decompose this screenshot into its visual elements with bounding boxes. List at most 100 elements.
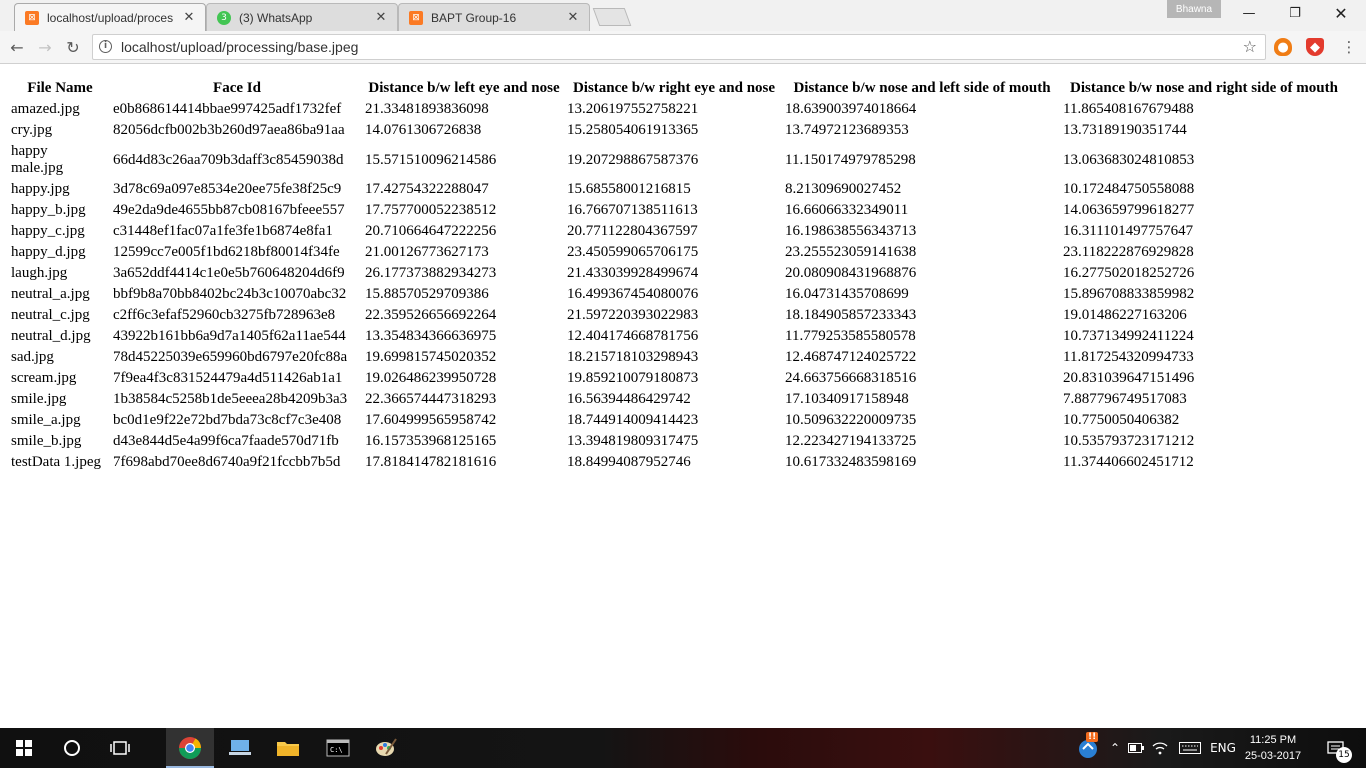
cell-left-eye-nose: 17.818414782181616 [365,454,497,470]
table-row: amazed.jpg e0b868614414bbae997425adf1732f… [10,100,1346,119]
back-arrow-icon[interactable]: ← [6,36,28,58]
tray-app-icon[interactable]: !! [1072,728,1106,768]
language-indicator[interactable]: ENG [1206,728,1240,768]
cell-nose-right-mouth: 11.374406602451712 [1063,454,1194,470]
cell-file-name: neutral_c.jpg [11,307,90,323]
cell-left-eye-nose: 14.0761306726838 [365,122,482,138]
cell-right-eye-nose: 21.597220393022983 [567,307,699,323]
table-row: neutral_a.jpg bbf9b8a70bb8402bc24b3c10070… [10,285,1346,304]
column-header-face-id: Face Id [213,80,261,96]
cell-nose-left-mouth: 8.21309690027452 [785,181,902,197]
column-header-left-eye-nose: Distance b/w left eye and nose [368,80,560,96]
system-clock[interactable]: 11:25 PM 25-03-2017 [1240,732,1306,764]
table-header-row: File Name Face Id Distance b/w left eye … [10,78,1346,98]
cell-nose-left-mouth: 23.255523059141638 [785,244,917,260]
forward-arrow-icon[interactable]: → [34,36,56,58]
chevron-up-icon[interactable]: ⌃ [1106,728,1124,768]
column-header-right-eye-nose: Distance b/w right eye and nose [572,80,776,96]
profile-button[interactable]: Bhawna [1167,0,1221,18]
tab-whatsapp[interactable]: 3 (3) WhatsApp ✕ [206,3,398,31]
cell-file-name: happy_c.jpg [11,223,85,239]
cell-nose-left-mouth: 10.617332483598169 [785,454,917,470]
tab-localhost-upload[interactable]: ⊠ localhost/upload/proces ✕ [14,3,206,31]
keyboard-icon[interactable] [1176,728,1204,768]
fire-extension-icon[interactable]: ● [1274,38,1292,56]
reload-icon[interactable]: ↻ [62,36,84,58]
cell-file-name: laugh.jpg [11,265,68,281]
cell-nose-left-mouth: 11.150174979785298 [785,151,916,168]
cell-nose-right-mouth: 20.831039647151496 [1063,370,1195,386]
task-view-icon[interactable] [96,728,144,768]
menu-kebab-icon[interactable]: ⋮ [1338,36,1360,58]
cell-right-eye-nose: 18.744914009414423 [567,412,699,428]
paint-icon[interactable] [362,728,410,768]
file-explorer-icon[interactable] [264,728,312,768]
page-content: File Name Face Id Distance b/w left eye … [0,64,1366,728]
table-row: smile_b.jpg d43e844d5e4a99f6ca7faade570d7… [10,432,1346,451]
cell-nose-left-mouth: 24.663756668318516 [785,370,917,386]
bookmark-star-icon[interactable]: ☆ [1243,35,1257,59]
this-pc-icon[interactable] [216,728,264,768]
close-window-icon[interactable]: ✕ [1318,0,1364,26]
column-header-file-name: File Name [27,80,93,96]
cell-face-id: 43922b161bb6a9d7a1405f62a11ae544 [113,328,346,344]
tab-bapt-group[interactable]: ⊠ BAPT Group-16 ✕ [398,3,590,31]
cell-face-id: 78d45225039e659960bd6797e20fc88a [113,349,348,365]
cell-right-eye-nose: 16.766707138511613 [567,202,698,218]
cell-right-eye-nose: 19.859210079180873 [567,370,699,386]
cell-face-id: e0b868614414bbae997425adf1732fef [113,101,342,117]
cell-right-eye-nose: 21.433039928499674 [567,265,699,281]
cell-left-eye-nose: 17.604999565958742 [365,412,497,428]
command-prompt-icon[interactable]: C:\ [314,728,362,768]
cell-nose-right-mouth: 23.118222876929828 [1063,244,1194,260]
cell-file-name: testData 1.jpeg [11,454,101,470]
whatsapp-icon: 3 [217,10,231,25]
cell-nose-right-mouth: 13.73189190351744 [1063,122,1187,138]
cell-file-name: amazed.jpg [11,101,80,117]
cell-nose-right-mouth: 15.896708833859982 [1063,286,1195,302]
brave-shield-icon[interactable]: ◆ [1306,38,1324,56]
minimize-icon[interactable]: — [1226,0,1272,26]
cell-face-id: 49e2da9de4655bb87cb08167bfeee557 [113,202,345,218]
tray-alert-badge: !! [1086,732,1099,742]
url-text[interactable]: localhost/upload/processing/base.jpeg [121,35,358,59]
new-tab-button[interactable] [592,8,632,26]
cell-face-id: 66d4d83c26aa709b3daff3c85459038d [113,151,344,168]
action-center-icon[interactable]: 15 [1318,728,1354,768]
search-cortana-icon[interactable] [48,728,96,768]
table-row: smile_a.jpg bc0d1e9f22e72bd7bda73c8cf7c3e… [10,411,1346,430]
cell-face-id: c31448ef1fac07a1fe3fe1b6874e8fa1 [113,223,333,239]
windows-start-icon[interactable] [0,728,48,768]
restore-icon[interactable]: ❐ [1272,0,1318,26]
close-tab-icon[interactable]: ✕ [181,10,197,25]
cell-right-eye-nose: 20.771122804367597 [567,223,698,239]
cell-file-name: smile.jpg [11,391,67,407]
cell-left-eye-nose: 21.33481893836098 [365,101,489,117]
table-row: neutral_c.jpg c2ff6c3efaf52960cb3275fb728… [10,306,1346,325]
wifi-icon[interactable] [1150,728,1170,768]
cell-left-eye-nose: 21.00126773627173 [365,244,489,260]
close-tab-icon[interactable]: ✕ [373,10,389,25]
address-bar[interactable]: i localhost/upload/processing/base.jpeg … [92,34,1266,60]
cell-right-eye-nose: 15.68558001216815 [567,181,691,197]
cell-file-name: scream.jpg [11,370,77,386]
battery-icon[interactable] [1126,728,1146,768]
cell-nose-right-mouth: 7.887796749517083 [1063,391,1187,407]
info-icon[interactable]: i [99,40,112,53]
cell-nose-right-mouth: 10.535793723171212 [1063,433,1195,449]
cell-nose-right-mouth: 19.01486227163206 [1063,307,1187,323]
table-row: happy_d.jpg 12599cc7e005f1bd6218bf80014f3… [10,243,1346,262]
cell-left-eye-nose: 16.157353968125165 [365,433,497,449]
cell-nose-right-mouth: 16.311101497757647 [1063,223,1194,239]
tab-strip: ⊠ localhost/upload/proces ✕ 3 (3) WhatsA… [0,0,1366,32]
cell-file-name: happy male.jpg [11,143,64,176]
cell-file-name: cry.jpg [11,122,53,138]
chrome-taskbar-icon[interactable] [166,728,214,768]
cell-left-eye-nose: 22.366574447318293 [365,391,497,407]
cell-nose-right-mouth: 11.817254320994733 [1063,349,1194,365]
cell-right-eye-nose: 12.404174668781756 [567,328,699,344]
cell-nose-left-mouth: 11.779253585580578 [785,328,916,344]
tab-title: (3) WhatsApp [239,10,313,25]
close-tab-icon[interactable]: ✕ [565,10,581,25]
cell-nose-right-mouth: 11.865408167679488 [1063,101,1194,117]
